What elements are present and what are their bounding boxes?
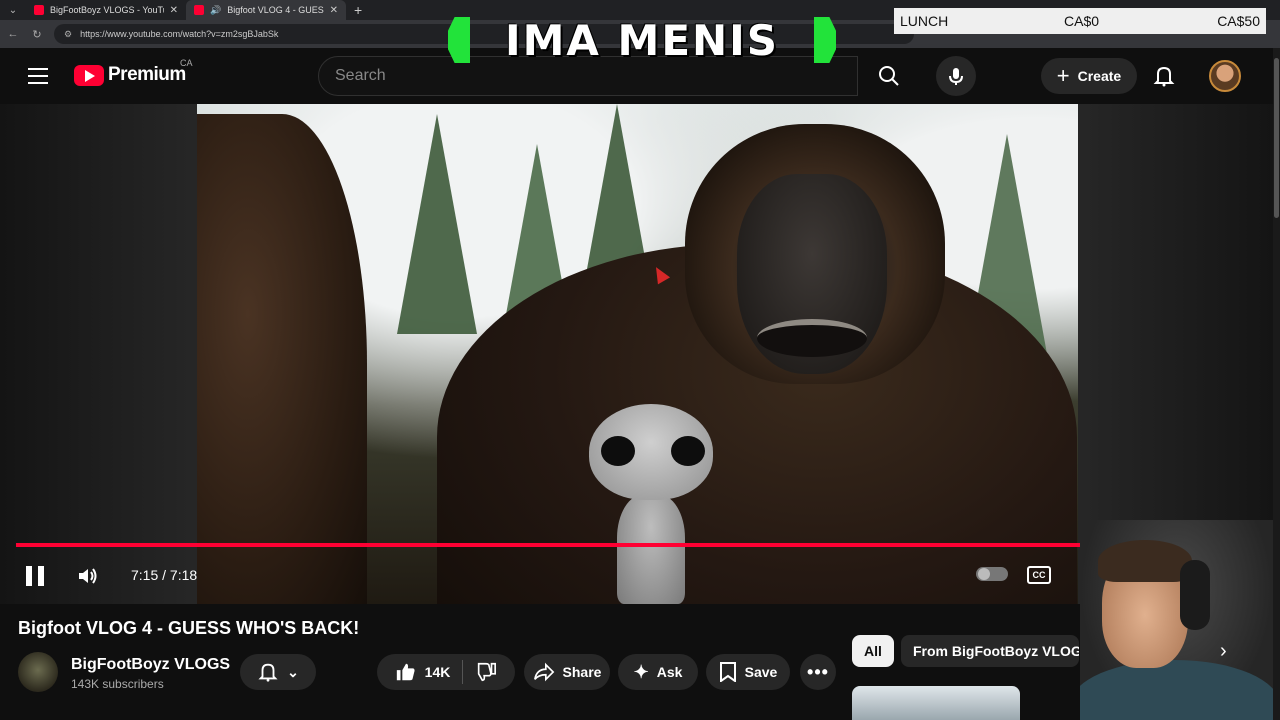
chip-all[interactable]: All [852,635,894,667]
volume-icon[interactable] [76,564,100,588]
reload-icon[interactable]: ↻ [30,28,44,41]
url-text: https://www.youtube.com/watch?v=zm2sgBJa… [80,29,279,39]
time-display: 7:15 / 7:18 [131,567,198,583]
youtube-favicon-icon [34,5,44,15]
streamer-webcam [1080,520,1273,720]
save-label: Save [744,664,778,680]
thumbs-down-icon [478,662,497,682]
like-dislike-group: 14K [377,654,515,690]
plus-icon: + [1056,63,1070,88]
create-button[interactable]: + Create [1041,58,1137,94]
recommended-video-thumbnail[interactable] [852,686,1020,720]
alien-body-image [617,494,685,604]
search-button[interactable] [858,56,920,96]
tab-list-chevron-icon[interactable]: ⌄ [0,0,26,20]
chip-from-channel[interactable]: From BigFootBoyz VLOGS [901,635,1079,667]
voice-search-button[interactable] [936,56,976,96]
more-horizontal-icon: ••• [807,661,829,682]
green-bracket-left-icon [448,17,470,63]
headset-image [1180,560,1210,630]
like-count: 14K [424,664,451,680]
tab-title: Bigfoot VLOG 4 - GUESS WH [227,5,324,15]
goal-target: CA$50 [1217,13,1260,29]
webcam-hair-image [1098,540,1192,582]
notifications-bell-icon[interactable] [1152,64,1176,88]
audio-playing-icon[interactable]: 🔊 [210,5,221,16]
alien-eye-image [601,436,635,466]
microphone-icon [949,68,963,85]
bell-icon [258,663,278,682]
autoplay-toggle[interactable] [976,567,1008,581]
share-label: Share [562,664,602,680]
like-button[interactable]: 14K [383,661,463,683]
page-scrollbar[interactable] [1273,48,1280,720]
youtube-premium-logo[interactable]: Premium CA [74,58,193,86]
close-tab-icon[interactable]: ✕ [170,5,178,16]
region-code: CA [180,58,193,68]
youtube-play-icon [74,64,104,86]
search-placeholder: Search [335,67,386,84]
browser-tab-video[interactable]: 🔊 Bigfoot VLOG 4 - GUESS WH ✕ [186,0,346,20]
menu-icon[interactable] [28,68,48,84]
chevron-down-icon: ⌄ [287,663,299,680]
stream-title-text: IMA MENIS [504,15,780,65]
video-frame[interactable] [197,104,1078,604]
pine-tree-image [397,114,477,334]
more-actions-button[interactable]: ••• [800,654,836,690]
close-tab-icon[interactable]: ✕ [330,5,338,16]
webcam-body-image [1080,660,1273,720]
tab-title: BigFootBoyz VLOGS - YouTube [50,5,164,15]
scrollbar-thumb[interactable] [1274,58,1279,218]
search-icon [879,66,899,86]
video-title: Bigfoot VLOG 4 - GUESS WHO'S BACK! [18,618,360,638]
youtube-favicon-icon [194,5,204,15]
chevron-right-icon[interactable]: › [1220,640,1227,663]
bigfoot-arm-image [197,114,367,604]
sparkle-icon: ✦ [633,661,649,682]
goal-label: LUNCH [900,13,949,29]
share-arrow-icon [533,662,554,682]
subscriber-count: 143K subscribers [71,677,164,691]
account-avatar[interactable] [1209,60,1241,92]
logo-text: Premium [108,64,186,85]
channel-name[interactable]: BigFootBoyz VLOGS [71,656,230,674]
site-info-icon[interactable]: ⚙ [64,29,72,40]
thumbs-up-icon [396,663,415,681]
subtitles-button[interactable]: CC [1027,566,1051,584]
subscription-bell-button[interactable]: ⌄ [240,654,316,690]
green-bracket-right-icon [814,17,836,63]
dislike-button[interactable] [463,661,509,683]
progress-fill [16,543,1237,547]
ask-button[interactable]: ✦ Ask [618,654,698,690]
alien-eye-image [671,436,705,466]
progress-bar[interactable] [16,538,1254,551]
share-button[interactable]: Share [524,654,610,690]
donation-goal-bar: LUNCH CA$0 CA$50 [894,8,1266,34]
browser-tab-channel[interactable]: BigFootBoyz VLOGS - YouTube ✕ [26,0,186,20]
ask-label: Ask [656,664,683,680]
back-icon[interactable]: ← [6,28,20,40]
stream-title-overlay: IMA MENIS [448,8,836,72]
bigfoot-mouth-image [757,319,867,357]
new-tab-icon[interactable]: + [354,2,362,18]
save-button[interactable]: Save [706,654,790,690]
create-label: Create [1077,68,1122,84]
channel-avatar[interactable] [18,652,58,692]
goal-current: CA$0 [1064,13,1100,29]
bookmark-icon [719,662,736,682]
pause-button[interactable] [26,566,44,586]
